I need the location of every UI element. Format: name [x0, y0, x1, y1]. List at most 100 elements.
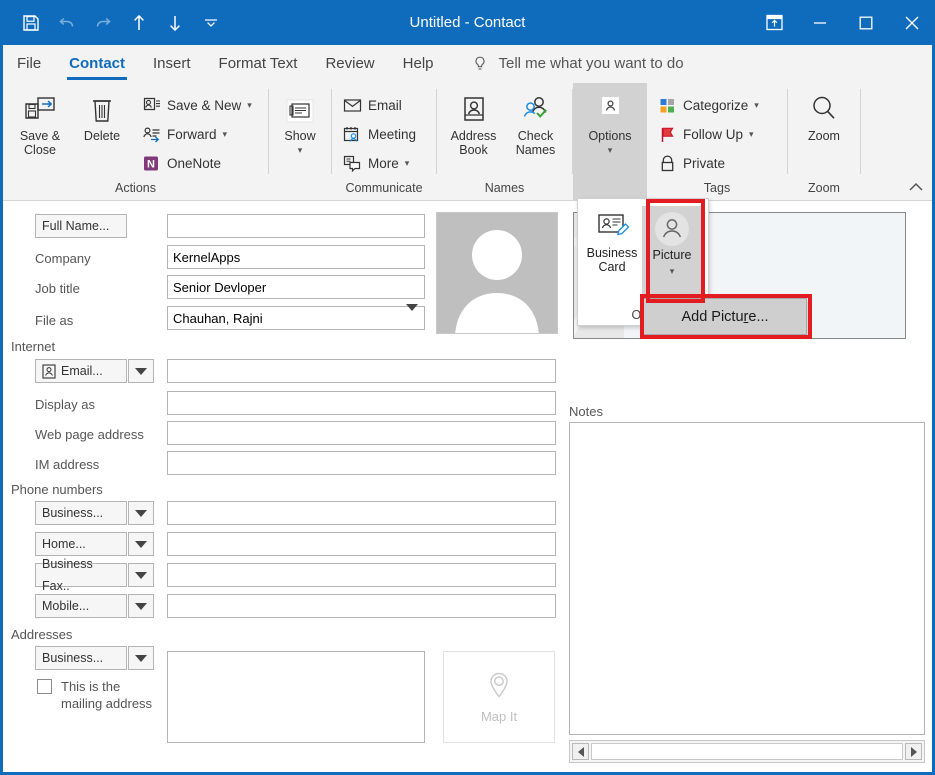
tab-format-text[interactable]: Format Text — [205, 45, 312, 83]
meeting-label: Meeting — [368, 127, 417, 142]
display-as-input[interactable] — [167, 391, 556, 415]
address-book-button[interactable]: Address Book — [443, 89, 505, 157]
forward-button[interactable]: Forward ▾ — [137, 120, 256, 149]
contact-photo[interactable] — [436, 212, 558, 334]
picture-button[interactable]: Picture ▾ — [642, 206, 702, 306]
undo-icon[interactable] — [50, 6, 84, 40]
phone-type-dropdown-1[interactable] — [128, 501, 154, 525]
address-book-icon — [457, 93, 491, 129]
chevron-down-icon[interactable] — [406, 303, 418, 326]
phone-type-button-1[interactable]: Business... — [35, 501, 127, 525]
chevron-down-icon[interactable]: ▾ — [754, 100, 759, 111]
scroll-track[interactable] — [591, 743, 903, 760]
window-title-type: Contact — [473, 14, 526, 31]
ribbon-display-options-icon[interactable] — [751, 0, 797, 45]
categorize-icon — [657, 96, 677, 116]
phone-type-button-4[interactable]: Mobile... — [35, 594, 127, 618]
tab-file[interactable]: File — [3, 45, 55, 83]
tab-review[interactable]: Review — [311, 45, 388, 83]
job-title-input[interactable] — [167, 275, 425, 299]
redo-icon[interactable] — [86, 6, 120, 40]
ribbon-group-options: Options ▾ — [573, 83, 647, 201]
business-card-button[interactable]: Business Card — [582, 206, 642, 306]
meeting-button[interactable]: Meeting — [338, 120, 420, 149]
title-bar: Untitled - Contact — [0, 0, 935, 45]
more-icon — [342, 154, 362, 174]
onenote-button[interactable]: N OneNote — [137, 149, 256, 178]
phone-input-3[interactable] — [167, 563, 556, 587]
lightbulb-icon — [470, 54, 490, 74]
check-names-label-2: Names — [515, 143, 556, 157]
scroll-left-arrow-icon[interactable] — [572, 743, 589, 760]
categorize-button[interactable]: Categorize ▾ — [653, 91, 763, 120]
phone-type-dropdown-3[interactable] — [128, 563, 154, 587]
notes-textarea[interactable] — [569, 422, 925, 735]
phone-type-button-3[interactable]: Business Fax.. — [35, 557, 127, 593]
tell-me-search[interactable]: Tell me what you want to do — [470, 54, 684, 74]
follow-up-flag-icon — [657, 125, 677, 145]
full-name-button[interactable]: Full Name... — [35, 214, 127, 238]
collapse-ribbon-icon[interactable] — [908, 181, 924, 196]
save-and-close-icon — [22, 93, 58, 129]
email-type-dropdown[interactable] — [128, 359, 154, 383]
tab-help[interactable]: Help — [389, 45, 448, 83]
chevron-down-icon[interactable]: ▾ — [223, 129, 228, 140]
save-icon[interactable] — [14, 6, 48, 40]
chevron-down-icon[interactable]: ▾ — [749, 129, 754, 140]
forward-label: Forward — [167, 127, 217, 142]
file-as-combo[interactable]: Chauhan, Rajni — [167, 303, 425, 330]
email-type-button[interactable]: Email... — [35, 359, 127, 383]
chevron-down-icon[interactable]: ▾ — [670, 264, 675, 278]
close-icon[interactable] — [889, 0, 935, 45]
file-as-value: Chauhan, Rajni — [173, 310, 263, 326]
chevron-down-icon[interactable]: ▾ — [608, 143, 613, 157]
map-it-button[interactable]: Map It — [443, 651, 555, 743]
address-type-button[interactable]: Business... — [35, 646, 127, 670]
mailing-address-checkbox[interactable] — [37, 679, 52, 694]
phone-input-4[interactable] — [167, 594, 556, 618]
full-name-input[interactable] — [167, 214, 425, 238]
phone-input-2[interactable] — [167, 532, 556, 556]
customize-quick-access-toolbar-icon[interactable] — [194, 6, 228, 40]
address-type-dropdown[interactable] — [128, 646, 154, 670]
company-input[interactable] — [167, 245, 425, 269]
ribbon-group-label-actions: Actions — [115, 181, 156, 195]
chevron-down-icon[interactable]: ▾ — [405, 158, 410, 169]
phone-type-dropdown-4[interactable] — [128, 594, 154, 618]
web-page-address-input[interactable] — [167, 421, 556, 445]
show-button[interactable]: Show ▾ — [269, 89, 331, 157]
tab-insert[interactable]: Insert — [139, 45, 205, 83]
business-card-icon — [594, 208, 630, 246]
job-title-label: Job title — [35, 281, 80, 296]
phone-type-dropdown-2[interactable] — [128, 532, 154, 556]
chevron-down-icon[interactable]: ▾ — [298, 143, 303, 157]
check-names-button[interactable]: Check Names — [505, 89, 567, 157]
show-icon — [282, 93, 318, 129]
save-and-new-button[interactable]: Save & New ▾ — [137, 91, 256, 120]
options-button[interactable]: Options ▾ — [579, 89, 641, 157]
chevron-down-icon[interactable]: ▾ — [247, 100, 252, 111]
email-button[interactable]: Email — [338, 91, 420, 120]
previous-item-icon[interactable] — [122, 6, 156, 40]
address-textarea[interactable] — [167, 651, 425, 743]
more-button[interactable]: More ▾ — [338, 149, 420, 178]
private-lock-icon — [657, 154, 677, 174]
zoom-button[interactable]: Zoom — [793, 89, 855, 143]
private-button[interactable]: Private — [653, 149, 763, 178]
next-item-icon[interactable] — [158, 6, 192, 40]
maximize-icon[interactable] — [843, 0, 889, 45]
phone-input-1[interactable] — [167, 501, 556, 525]
follow-up-button[interactable]: Follow Up ▾ — [653, 120, 763, 149]
tab-contact[interactable]: Contact — [55, 45, 139, 83]
delete-button[interactable]: Delete — [71, 89, 133, 143]
ribbon-group-zoom: Zoom Zoom — [788, 83, 860, 201]
notes-horizontal-scrollbar[interactable] — [569, 740, 925, 763]
add-picture-menu-item[interactable]: Add Pictu r e... — [643, 298, 807, 335]
email-input[interactable] — [167, 359, 556, 383]
minimize-icon[interactable] — [797, 0, 843, 45]
ribbon-group-label-show — [269, 179, 331, 201]
picture-label: Picture — [652, 248, 692, 262]
scroll-right-arrow-icon[interactable] — [905, 743, 922, 760]
save-and-close-button[interactable]: Save & Close — [9, 89, 71, 157]
im-address-input[interactable] — [167, 451, 556, 475]
